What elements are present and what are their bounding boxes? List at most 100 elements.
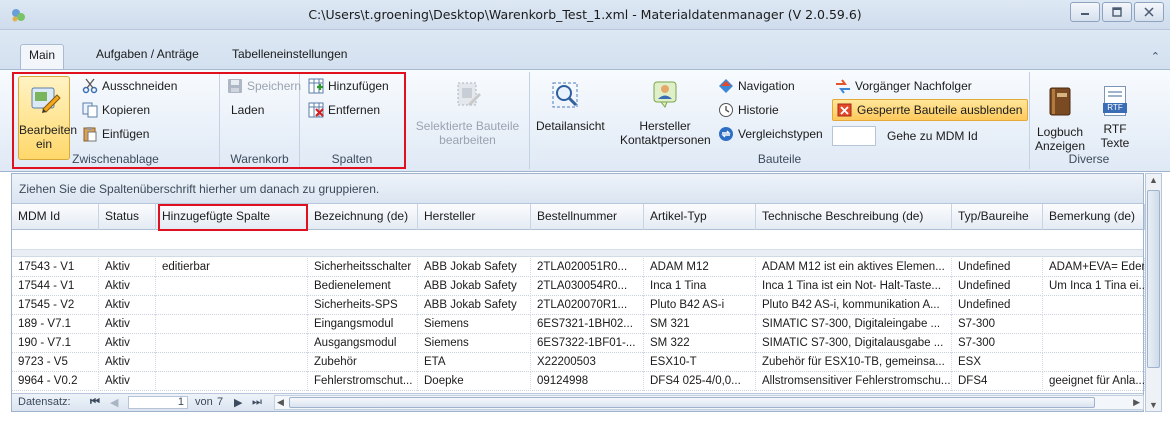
cell-status[interactable]: Aktiv: [99, 315, 156, 334]
vorgaenger-nachfolger-button[interactable]: Vorgänger Nachfolger: [835, 78, 972, 94]
cell-status[interactable]: Aktiv: [99, 334, 156, 353]
column-header-technische-beschreibung[interactable]: Technische Beschreibung (de): [756, 204, 952, 230]
table-row[interactable]: 9964 - V0.2 Aktiv Fehlerstromschut... Doepk…: [12, 372, 1145, 391]
cell-bezeichnung[interactable]: Eingangsmodul: [308, 315, 418, 334]
cell-bemerkung[interactable]: Um Inca 1 Tina ei...: [1043, 277, 1145, 296]
column-header-artikel-typ[interactable]: Artikel-Typ: [644, 204, 756, 230]
cell-typ-baureihe[interactable]: ESX: [952, 353, 1043, 372]
rtf-texte-button[interactable]: RTF RTF Texte: [1090, 86, 1140, 150]
column-header-hersteller[interactable]: Hersteller: [418, 204, 531, 230]
cell-typ-baureihe[interactable]: DFS4: [952, 372, 1043, 391]
vertical-scrollbar[interactable]: ▲ ▼: [1145, 173, 1162, 412]
cell-technische-beschreibung[interactable]: ADAM M12 ist ein aktives Elemen...: [756, 258, 952, 277]
cell-bemerkung[interactable]: geeignet für Anla...: [1043, 372, 1145, 391]
cell-bezeichnung[interactable]: Zubehör: [308, 353, 418, 372]
cell-bestellnummer[interactable]: 2TLA030054R0...: [531, 277, 644, 296]
cell-status[interactable]: Aktiv: [99, 353, 156, 372]
cell-bemerkung[interactable]: [1043, 315, 1145, 334]
cell-bemerkung[interactable]: [1043, 296, 1145, 315]
cell-technische-beschreibung[interactable]: Inca 1 Tina ist ein Not- Halt-Taste...: [756, 277, 952, 296]
last-record-icon[interactable]: ⏭: [252, 396, 262, 409]
ribbon-collapse-icon[interactable]: ⌃: [1151, 50, 1160, 63]
cell-technische-beschreibung[interactable]: Zubehör für ESX10-TB, gemeinsa...: [756, 353, 952, 372]
cell-hersteller[interactable]: Siemens: [418, 334, 531, 353]
vergleichstypen-button[interactable]: Vergleichstypen: [718, 126, 823, 142]
cell-artikel-typ[interactable]: Inca 1 Tina: [644, 277, 756, 296]
filter-row[interactable]: [12, 230, 1143, 250]
table-row[interactable]: 17545 - V2 Aktiv Sicherheits-SPS ABB Jokab …: [12, 296, 1145, 315]
cell-status[interactable]: Aktiv: [99, 277, 156, 296]
cell-status[interactable]: Aktiv: [99, 296, 156, 315]
table-row[interactable]: 17543 - V1 Aktiv editierbar Sicherheitsscha…: [12, 258, 1145, 277]
column-header-bezeichnung[interactable]: Bezeichnung (de): [308, 204, 418, 230]
cell-bezeichnung[interactable]: Fehlerstromschut...: [308, 372, 418, 391]
cell-typ-baureihe[interactable]: Undefined: [952, 296, 1043, 315]
tab-aufgaben[interactable]: Aufgaben / Anträge: [88, 44, 207, 66]
cell-bestellnummer[interactable]: 2TLA020070R1...: [531, 296, 644, 315]
group-by-panel[interactable]: Ziehen Sie die Spaltenüberschrift hierhe…: [12, 174, 1143, 204]
scroll-down-icon[interactable]: ▼: [1149, 400, 1158, 410]
logbuch-anzeigen-button[interactable]: Logbuch Anzeigen: [1032, 86, 1088, 153]
cell-bestellnummer[interactable]: 6ES7322-1BF01-...: [531, 334, 644, 353]
tab-tabelleneinstellungen[interactable]: Tabelleneinstellungen: [224, 44, 355, 66]
cell-typ-baureihe[interactable]: Undefined: [952, 277, 1043, 296]
vertical-scroll-thumb[interactable]: [1147, 190, 1160, 368]
table-row[interactable]: 9723 - V5 Aktiv Zubehör ETA X22200503 ESX10-T…: [12, 353, 1145, 372]
cell-status[interactable]: Aktiv: [99, 372, 156, 391]
close-button[interactable]: [1134, 2, 1164, 22]
navigation-button[interactable]: Navigation: [718, 78, 795, 94]
cell-mdm-id[interactable]: 17544 - V1: [12, 277, 99, 296]
horizontal-scroll-thumb[interactable]: [289, 397, 1095, 408]
cell-technische-beschreibung[interactable]: SIMATIC S7-300, Digitalausgabe ...: [756, 334, 952, 353]
cell-hersteller[interactable]: ABB Jokab Safety: [418, 258, 531, 277]
cell-hersteller[interactable]: ABB Jokab Safety: [418, 277, 531, 296]
column-header-bestellnummer[interactable]: Bestellnummer: [531, 204, 644, 230]
cell-hersteller[interactable]: Siemens: [418, 315, 531, 334]
cell-artikel-typ[interactable]: Pluto B42 AS-i: [644, 296, 756, 315]
table-row[interactable]: 190 - V7.1 Aktiv Ausgangsmodul Siemens 6ES73…: [12, 334, 1145, 353]
cell-hinzugefuegte-spalte[interactable]: [156, 296, 308, 315]
cell-hinzugefuegte-spalte[interactable]: editierbar: [156, 258, 308, 277]
cell-artikel-typ[interactable]: SM 322: [644, 334, 756, 353]
selektierte-bauteile-button[interactable]: Selektierte Bauteile bearbeiten: [409, 80, 526, 147]
cell-hersteller[interactable]: ABB Jokab Safety: [418, 296, 531, 315]
column-header-mdm-id[interactable]: MDM Id: [12, 204, 99, 230]
cell-typ-baureihe[interactable]: S7-300: [952, 315, 1043, 334]
cell-status[interactable]: Aktiv: [99, 258, 156, 277]
cell-hersteller[interactable]: Doepke: [418, 372, 531, 391]
historie-button[interactable]: Historie: [718, 102, 779, 118]
cell-bemerkung[interactable]: [1043, 334, 1145, 353]
cell-bestellnummer[interactable]: 6ES7321-1BH02...: [531, 315, 644, 334]
prev-record-icon[interactable]: ◀: [110, 396, 118, 409]
cell-mdm-id[interactable]: 9964 - V0.2: [12, 372, 99, 391]
cell-typ-baureihe[interactable]: S7-300: [952, 334, 1043, 353]
cell-mdm-id[interactable]: 189 - V7.1: [12, 315, 99, 334]
gehe-zu-mdm-button[interactable]: Gehe zu MDM Id: [887, 129, 978, 143]
cell-artikel-typ[interactable]: DFS4 025-4/0,0...: [644, 372, 756, 391]
detailansicht-button[interactable]: Detailansicht: [536, 80, 605, 133]
cell-technische-beschreibung[interactable]: SIMATIC S7-300, Digitaleingabe ...: [756, 315, 952, 334]
cell-hinzugefuegte-spalte[interactable]: [156, 334, 308, 353]
hersteller-kontaktpersonen-button[interactable]: Hersteller Kontaktpersonen: [620, 80, 711, 147]
scroll-right-icon[interactable]: ▶: [1133, 397, 1140, 408]
scroll-up-icon[interactable]: ▲: [1149, 175, 1158, 185]
maximize-button[interactable]: [1102, 2, 1132, 22]
cell-artikel-typ[interactable]: ESX10-T: [644, 353, 756, 372]
cell-bezeichnung[interactable]: Sicherheitsschalter: [308, 258, 418, 277]
cell-hinzugefuegte-spalte[interactable]: [156, 277, 308, 296]
column-header-status[interactable]: Status: [99, 204, 156, 230]
cell-artikel-typ[interactable]: ADAM M12: [644, 258, 756, 277]
cell-technische-beschreibung[interactable]: Allstromsensitiver Fehlerstromschu...: [756, 372, 952, 391]
cell-bezeichnung[interactable]: Bedienelement: [308, 277, 418, 296]
mdm-id-input[interactable]: [832, 126, 876, 146]
cell-hersteller[interactable]: ETA: [418, 353, 531, 372]
cell-bestellnummer[interactable]: X22200503: [531, 353, 644, 372]
cell-hinzugefuegte-spalte[interactable]: [156, 315, 308, 334]
cell-hinzugefuegte-spalte[interactable]: [156, 353, 308, 372]
cell-typ-baureihe[interactable]: Undefined: [952, 258, 1043, 277]
cell-mdm-id[interactable]: 9723 - V5: [12, 353, 99, 372]
table-row[interactable]: 189 - V7.1 Aktiv Eingangsmodul Siemens 6ES73…: [12, 315, 1145, 334]
gesperrte-bauteile-button[interactable]: Gesperrte Bauteile ausblenden: [832, 99, 1028, 121]
cell-bezeichnung[interactable]: Ausgangsmodul: [308, 334, 418, 353]
column-header-bemerkung[interactable]: Bemerkung (de): [1043, 204, 1145, 230]
